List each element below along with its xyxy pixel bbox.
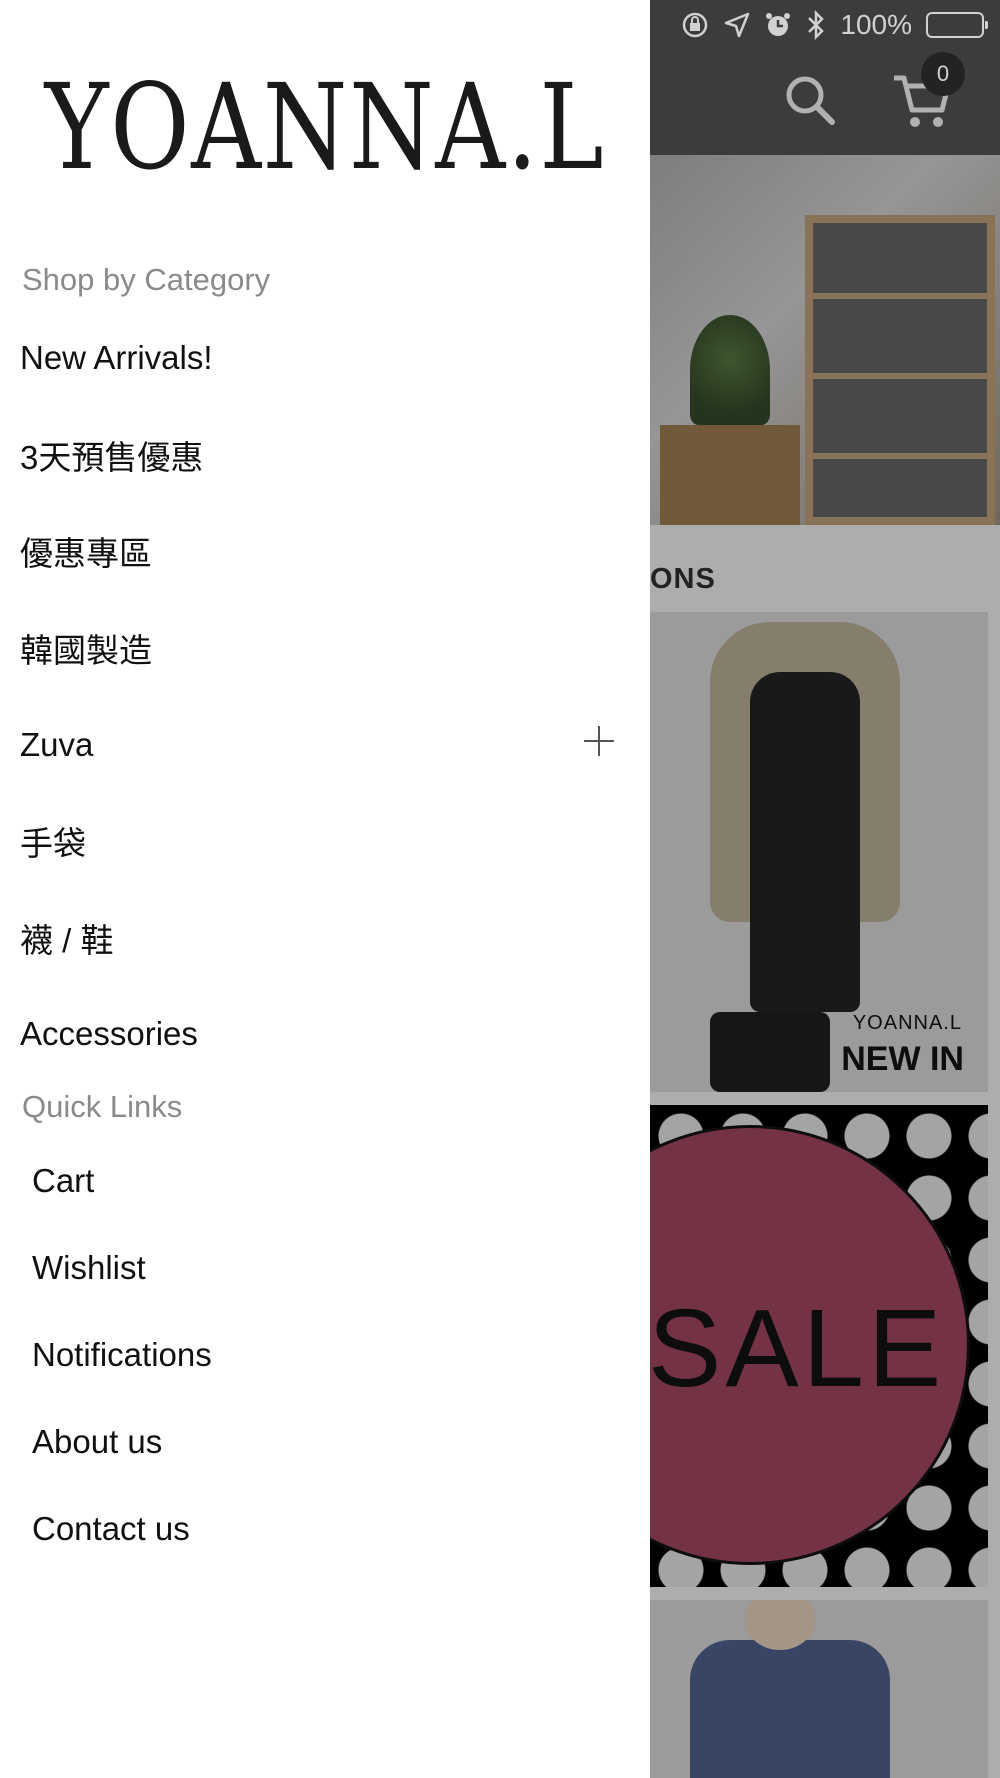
quick-link-about-us[interactable]: About us	[0, 1398, 650, 1485]
category-label: Zuva	[20, 725, 94, 763]
category-item-zuva[interactable]: Zuva	[0, 696, 650, 793]
category-label: New Arrivals!	[20, 339, 213, 377]
category-item-accessories[interactable]: Accessories	[0, 986, 650, 1083]
expand-plus-icon[interactable]	[584, 726, 614, 757]
brand-logo: YOANNA.L	[44, 58, 606, 196]
category-item-presale[interactable]: 3天預售優惠	[0, 407, 650, 504]
category-item-new-arrivals[interactable]: New Arrivals!	[0, 310, 650, 407]
category-list: New Arrivals! 3天預售優惠 優惠專區 韓國製造 Zuva 手袋 襪…	[0, 310, 650, 1083]
category-label: 優惠專區	[20, 535, 152, 573]
quick-links-list: Cart Wishlist Notifications About us Con…	[0, 1138, 650, 1572]
category-label: 襪 / 鞋	[20, 921, 114, 959]
quick-links-heading: Quick Links	[22, 1089, 183, 1124]
category-item-bags[interactable]: 手袋	[0, 793, 650, 890]
quick-link-cart[interactable]: Cart	[0, 1138, 650, 1225]
category-item-made-in-korea[interactable]: 韓國製造	[0, 600, 650, 697]
drawer-overlay[interactable]	[650, 0, 1000, 1778]
quick-link-notifications[interactable]: Notifications	[0, 1312, 650, 1399]
category-label: 3天預售優惠	[20, 438, 204, 476]
category-label: 手袋	[20, 825, 86, 863]
quick-link-contact-us[interactable]: Contact us	[0, 1485, 650, 1572]
side-drawer: YOANNA.L Shop by Category New Arrivals! …	[0, 0, 650, 1778]
category-label: 韓國製造	[20, 632, 152, 670]
category-label: Accessories	[20, 1015, 198, 1053]
category-item-offers[interactable]: 優惠專區	[0, 503, 650, 600]
category-item-socks-shoes[interactable]: 襪 / 鞋	[0, 890, 650, 987]
quick-link-wishlist[interactable]: Wishlist	[0, 1225, 650, 1312]
shop-by-category-heading: Shop by Category	[22, 262, 271, 297]
